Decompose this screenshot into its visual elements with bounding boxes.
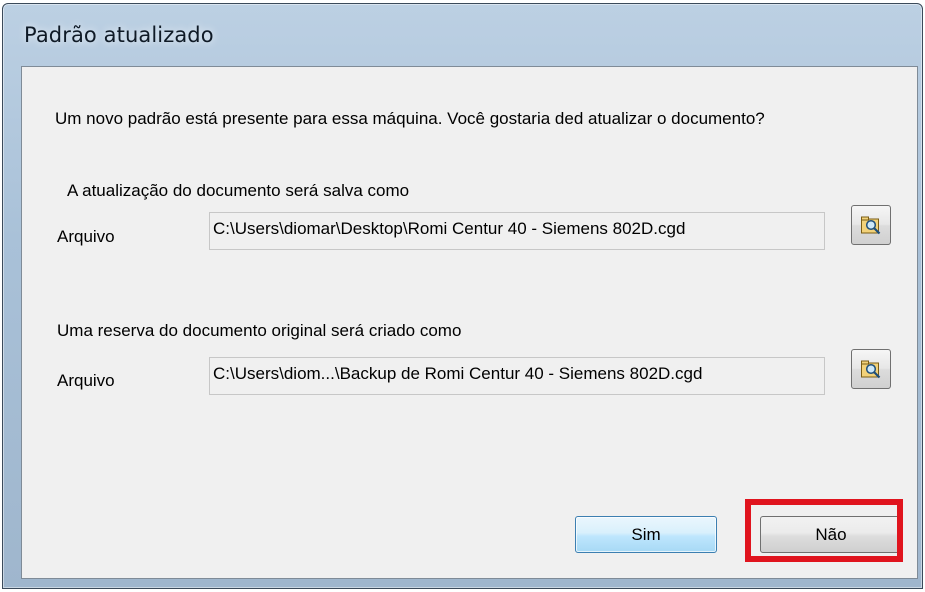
folder-search-icon bbox=[861, 216, 881, 235]
update-file-label: Arquivo bbox=[57, 227, 115, 246]
update-file-path-field[interactable]: C:\Users\diomar\Desktop\Romi Centur 40 -… bbox=[209, 212, 825, 250]
backup-section-heading: Uma reserva do documento original será c… bbox=[57, 321, 462, 340]
folder-search-icon bbox=[861, 360, 881, 379]
backup-file-label: Arquivo bbox=[57, 371, 115, 390]
dialog-title: Padrão atualizado bbox=[24, 23, 214, 47]
no-button-highlight bbox=[745, 499, 903, 562]
yes-button[interactable]: Sim bbox=[575, 516, 717, 553]
prompt-text: Um novo padrão está presente para essa m… bbox=[55, 109, 765, 128]
backup-file-path-field[interactable]: C:\Users\diom...\Backup de Romi Centur 4… bbox=[209, 357, 825, 395]
title-bar[interactable]: Padrão atualizado bbox=[3, 4, 922, 62]
backup-browse-button[interactable] bbox=[851, 349, 891, 389]
update-browse-button[interactable] bbox=[851, 205, 891, 245]
screen: Padrão atualizado Um novo padrão está pr… bbox=[0, 0, 925, 592]
update-section-heading: A atualização do documento será salva co… bbox=[67, 181, 410, 200]
